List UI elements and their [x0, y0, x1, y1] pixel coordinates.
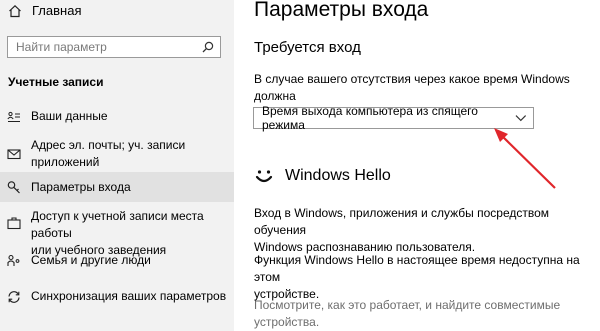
home-link[interactable]: Главная: [8, 3, 81, 18]
home-label: Главная: [32, 3, 82, 18]
require-signin-heading: Требуется вход: [254, 39, 361, 56]
chevron-down-icon: [515, 115, 527, 122]
smiley-icon: [255, 170, 273, 183]
windows-hello-description: Вход в Windows, приложения и службы поср…: [254, 206, 550, 254]
home-icon: [9, 4, 21, 17]
search-input[interactable]: Найти параметр: [7, 36, 221, 58]
key-icon: [7, 180, 21, 194]
sidebar-item-label: Синхронизация ваших параметров: [31, 289, 227, 303]
briefcase-icon: [7, 216, 21, 230]
page-title: Параметры входа: [254, 0, 429, 21]
windows-hello-unavailable: Функция Windows Hello в настоящее время …: [254, 253, 580, 301]
section-title: Учетные записи: [8, 75, 104, 89]
require-signin-dropdown[interactable]: Время выхода компьютера из спящего режим…: [253, 104, 534, 132]
sidebar-item-label: Параметры входа: [31, 179, 131, 194]
sidebar-item-email-accounts[interactable]: Адрес эл. почты; уч. записи приложений: [0, 137, 234, 171]
sidebar: Главная Найти параметр Учетные записи Ва…: [0, 0, 234, 331]
windows-hello-heading-row: Windows Hello: [252, 164, 391, 188]
sidebar-item-family[interactable]: Семья и другие люди: [0, 252, 234, 269]
windows-hello-learn-more-link[interactable]: Посмотрите, как это работает, и найдите …: [254, 297, 590, 331]
search-icon: [202, 41, 214, 53]
person-card-icon: [7, 110, 21, 124]
sidebar-item-label: Адрес эл. почты; уч. записи приложений: [31, 138, 186, 169]
sidebar-item-your-info[interactable]: Ваши данные: [0, 108, 234, 125]
windows-hello-heading: Windows Hello: [285, 167, 391, 184]
mail-icon: [7, 147, 21, 161]
main-panel: Параметры входа Требуется вход В случае …: [234, 0, 600, 331]
sidebar-item-label: Ваши данные: [31, 109, 108, 123]
sync-icon: [7, 290, 21, 304]
sidebar-item-sync[interactable]: Синхронизация ваших параметров: [0, 288, 234, 305]
family-icon: [7, 254, 21, 268]
sidebar-item-label: Семья и другие люди: [31, 253, 151, 267]
dropdown-value: Время выхода компьютера из спящего режим…: [262, 104, 478, 132]
search-placeholder: Найти параметр: [16, 40, 107, 54]
sidebar-item-sign-in-options[interactable]: Параметры входа: [0, 172, 234, 202]
